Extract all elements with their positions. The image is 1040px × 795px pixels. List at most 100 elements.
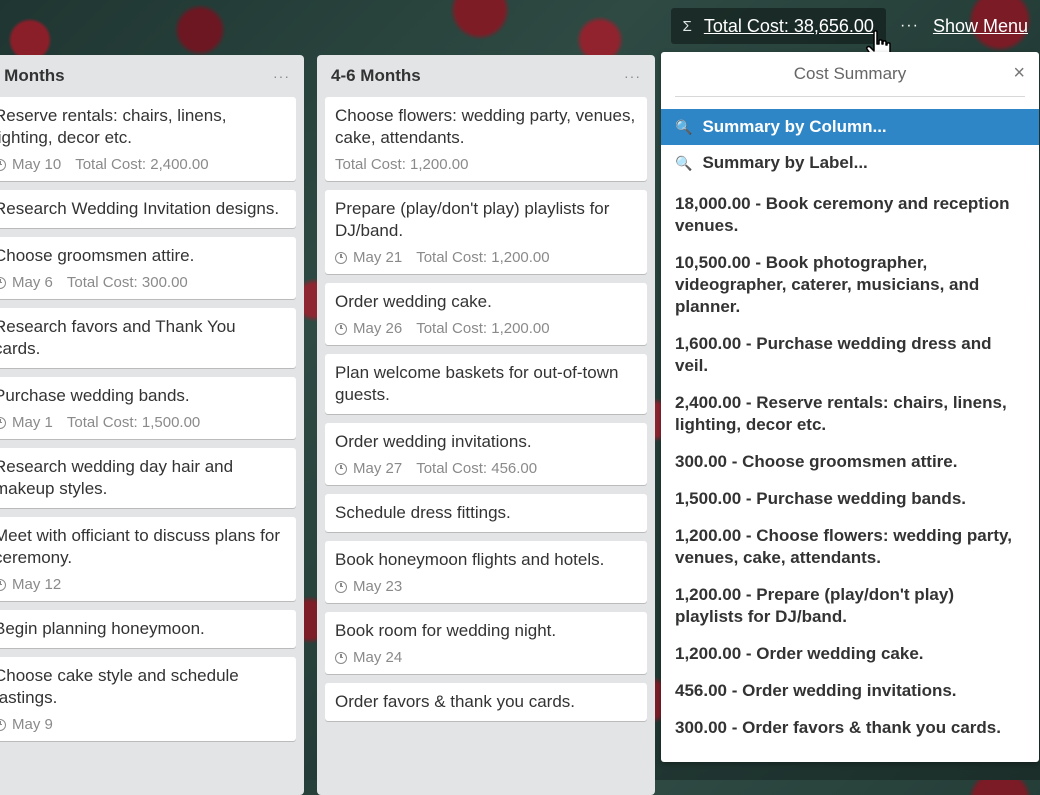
clock-icon [335,462,347,475]
sigma-icon: Σ [682,17,692,35]
summary-by-label-option[interactable]: 🔍 Summary by Label... [661,145,1039,181]
card-title: Choose flowers: wedding party, venues, c… [335,106,636,147]
due-date-text: May 10 [12,156,62,173]
due-date-text: May 6 [12,274,53,291]
card[interactable]: Meet with officiant to discuss plans for… [0,517,296,601]
card-meta: May 12 [0,576,286,593]
card-cost: Total Cost: 456.00 [416,460,538,477]
summary-by-column-option[interactable]: 🔍 Summary by Column... [661,109,1039,145]
due-date: May 1 [0,414,53,431]
card-cost: Total Cost: 1,200.00 [416,249,550,266]
card[interactable]: Choose cake style and schedule tastings.… [0,657,296,741]
card[interactable]: Begin planning honeymoon. [0,610,296,648]
card-title: Choose groomsmen attire. [0,246,195,265]
list-menu-icon[interactable]: ··· [273,68,290,84]
card-meta: Total Cost: 1,200.00 [335,156,637,173]
card[interactable]: Research favors and Thank You cards. [0,308,296,368]
card-title: Purchase wedding bands. [0,386,190,405]
card-meta: May 10 Total Cost: 2,400.00 [0,156,286,173]
card[interactable]: Order favors & thank you cards. [325,683,647,721]
search-icon: 🔍 [675,118,693,135]
card[interactable]: Schedule dress fittings. [325,494,647,532]
due-date-text: May 26 [353,320,403,337]
due-date-text: May 1 [12,414,53,431]
card[interactable]: Book room for wedding night. May 24 [325,612,647,674]
card[interactable]: Plan welcome baskets for out-of-town gue… [325,354,647,414]
card-cost: Total Cost: 2,400.00 [75,156,209,173]
due-date-text: May 9 [12,716,53,733]
card-cost: Total Cost: 1,500.00 [66,414,201,431]
list-title: 4-6 Months [331,66,421,85]
cost-summary-panel: Cost Summary × 🔍 Summary by Column... 🔍 … [661,52,1039,762]
card-title: Order wedding cake. [335,292,492,311]
clock-icon [0,578,6,591]
card-title: Order favors & thank you cards. [335,692,575,711]
card-title: Meet with officiant to discuss plans for… [0,526,280,567]
clock-icon [335,651,347,664]
search-icon: 🔍 [675,154,693,171]
clock-icon [0,416,6,429]
card-meta: May 24 [335,649,637,666]
due-date: May 9 [0,716,53,733]
card[interactable]: Reserve rentals: chairs, linens, lightin… [0,97,296,181]
card-cost: Total Cost: 1,200.00 [335,156,469,173]
cost-entry: 18,000.00 - Book ceremony and reception … [675,194,1010,235]
total-cost-label[interactable]: Total Cost: 38,656.00 [704,16,874,37]
card[interactable]: Choose flowers: wedding party, venues, c… [325,97,647,181]
due-date: May 23 [335,578,402,595]
card-title: Begin planning honeymoon. [0,619,205,638]
card[interactable]: Research Wedding Invitation designs. [0,190,296,228]
cost-entry: 1,200.00 - Order wedding cake. [675,644,924,663]
clock-icon [0,276,6,289]
card-title: Schedule dress fittings. [335,503,511,522]
list-title: 3 Months [0,66,65,85]
card-title: Plan welcome baskets for out-of-town gue… [335,363,619,404]
close-icon[interactable]: × [1013,62,1025,85]
due-date-text: May 21 [353,249,403,266]
total-cost-button[interactable]: Σ Total Cost: 38,656.00 [670,8,886,44]
more-options-icon[interactable]: ··· [900,17,919,35]
card[interactable]: Purchase wedding bands. May 1 Total Cost… [0,377,296,439]
due-date: May 10 [0,156,61,173]
cost-entry: 1,200.00 - Choose flowers: wedding party… [675,526,1012,567]
clock-icon [0,718,6,731]
panel-title: Cost Summary [793,64,907,83]
due-date-text: May 27 [353,460,403,477]
due-date: May 6 [0,274,53,291]
card-title: Choose cake style and schedule tastings. [0,666,239,707]
cost-entry: 10,500.00 - Book photographer, videograp… [675,253,980,316]
due-date: May 26 [335,320,402,337]
cost-entry: 1,200.00 - Prepare (play/don't play) pla… [675,585,954,626]
card-title: Book honeymoon flights and hotels. [335,550,605,569]
card-meta: May 27 Total Cost: 456.00 [335,460,637,477]
option-label: Summary by Label... [702,153,868,172]
card[interactable]: Order wedding cake. May 26 Total Cost: 1… [325,283,647,345]
cost-entry: 1,600.00 - Purchase wedding dress and ve… [675,334,992,375]
due-date: May 12 [0,576,61,593]
card[interactable]: Order wedding invitations. May 27 Total … [325,423,647,485]
card-title: Prepare (play/don't play) playlists for … [335,199,610,240]
due-date-text: May 12 [12,576,62,593]
due-date: May 21 [335,249,402,266]
card[interactable]: Choose groomsmen attire. May 6 Total Cos… [0,237,296,299]
panel-body: 🔍 Summary by Column... 🔍 Summary by Labe… [661,97,1039,739]
due-date: May 24 [335,649,402,666]
show-menu-link[interactable]: Show Menu [933,16,1028,37]
list-3-months: 3 Months ··· Reserve rentals: chairs, li… [0,55,304,795]
clock-icon [335,251,347,264]
cost-entry: 2,400.00 - Reserve rentals: chairs, line… [675,393,1007,434]
header-bar: Σ Total Cost: 38,656.00 ··· Show Menu [670,8,1028,44]
due-date: May 27 [335,460,402,477]
card[interactable]: Research wedding day hair and makeup sty… [0,448,296,508]
clock-icon [0,158,6,171]
list-header: 4-6 Months ··· [325,55,647,97]
card-meta: May 6 Total Cost: 300.00 [0,274,286,291]
card[interactable]: Book honeymoon flights and hotels. May 2… [325,541,647,603]
option-label: Summary by Column... [702,117,887,136]
cost-entries: 18,000.00 - Book ceremony and reception … [661,181,1039,739]
card[interactable]: Prepare (play/don't play) playlists for … [325,190,647,274]
card-title: Research wedding day hair and makeup sty… [0,457,234,498]
list-menu-icon[interactable]: ··· [624,68,641,84]
card-title: Reserve rentals: chairs, linens, lightin… [0,106,227,147]
list-header: 3 Months ··· [0,55,296,97]
